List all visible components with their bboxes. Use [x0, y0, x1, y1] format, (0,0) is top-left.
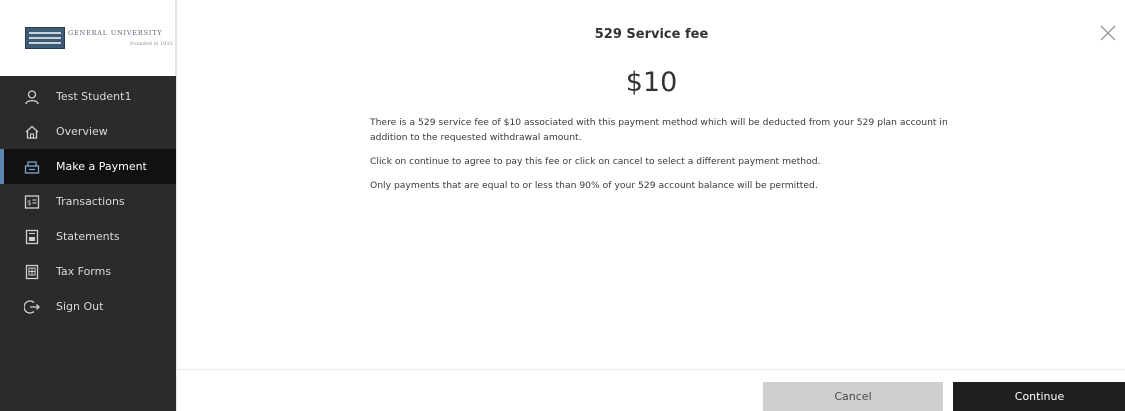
close-icon[interactable]	[1097, 22, 1119, 44]
sidebar-item-tax-forms[interactable]: Tax Forms	[0, 254, 176, 289]
service-fee-modal: 529 Service fee $10 There is a 529 servi…	[176, 0, 1125, 411]
statements-icon	[24, 229, 40, 245]
sidebar-item-label: Statements	[56, 230, 120, 243]
fee-instructions: Click on continue to agree to pay this f…	[370, 156, 821, 167]
university-logo: GENERAL UNIVERSITY Founded in 1933	[0, 0, 176, 76]
sidebar-item-label: Transactions	[56, 195, 125, 208]
sign-out-icon	[24, 299, 40, 315]
fee-description: There is a 529 service fee of $10 associ…	[370, 117, 948, 143]
continue-button[interactable]: Continue	[953, 382, 1125, 411]
modal-title: 529 Service fee	[594, 27, 709, 42]
fee-amount: $10	[625, 67, 678, 98]
sidebar-item-sign-out[interactable]: Sign Out	[0, 289, 176, 324]
sidebar-item-overview[interactable]: Overview	[0, 114, 176, 149]
sidebar-item-label: Sign Out	[56, 300, 104, 313]
sidebar-item-label: Test Student1	[56, 90, 132, 103]
sidebar: GENERAL UNIVERSITY Founded in 1933 Test …	[0, 0, 176, 411]
user-icon	[24, 89, 40, 105]
cancel-button[interactable]: Cancel	[763, 382, 943, 411]
logo-name: GENERAL UNIVERSITY	[68, 29, 163, 37]
logo-subtitle: Founded in 1933	[130, 41, 173, 47]
tax-forms-icon	[24, 264, 40, 280]
footer-divider	[177, 369, 1125, 370]
sidebar-item-statements[interactable]: Statements	[0, 219, 176, 254]
logo-emblem-icon	[25, 27, 65, 49]
sidebar-nav: Test Student1 Overview Make a Payment $ …	[0, 79, 176, 324]
modal-body: There is a 529 service fee of $10 associ…	[370, 115, 970, 202]
fee-limit-note: Only payments that are equal to or less …	[370, 180, 818, 191]
sidebar-item-label: Tax Forms	[56, 265, 112, 278]
home-icon	[24, 124, 40, 140]
svg-text:$: $	[27, 199, 31, 207]
sidebar-item-profile[interactable]: Test Student1	[0, 79, 176, 114]
payment-icon	[24, 159, 40, 175]
sidebar-item-make-a-payment[interactable]: Make a Payment	[0, 149, 176, 184]
sidebar-item-label: Make a Payment	[56, 160, 147, 173]
sidebar-item-transactions[interactable]: $ Transactions	[0, 184, 176, 219]
sidebar-item-label: Overview	[56, 125, 108, 138]
transactions-icon: $	[24, 194, 40, 210]
